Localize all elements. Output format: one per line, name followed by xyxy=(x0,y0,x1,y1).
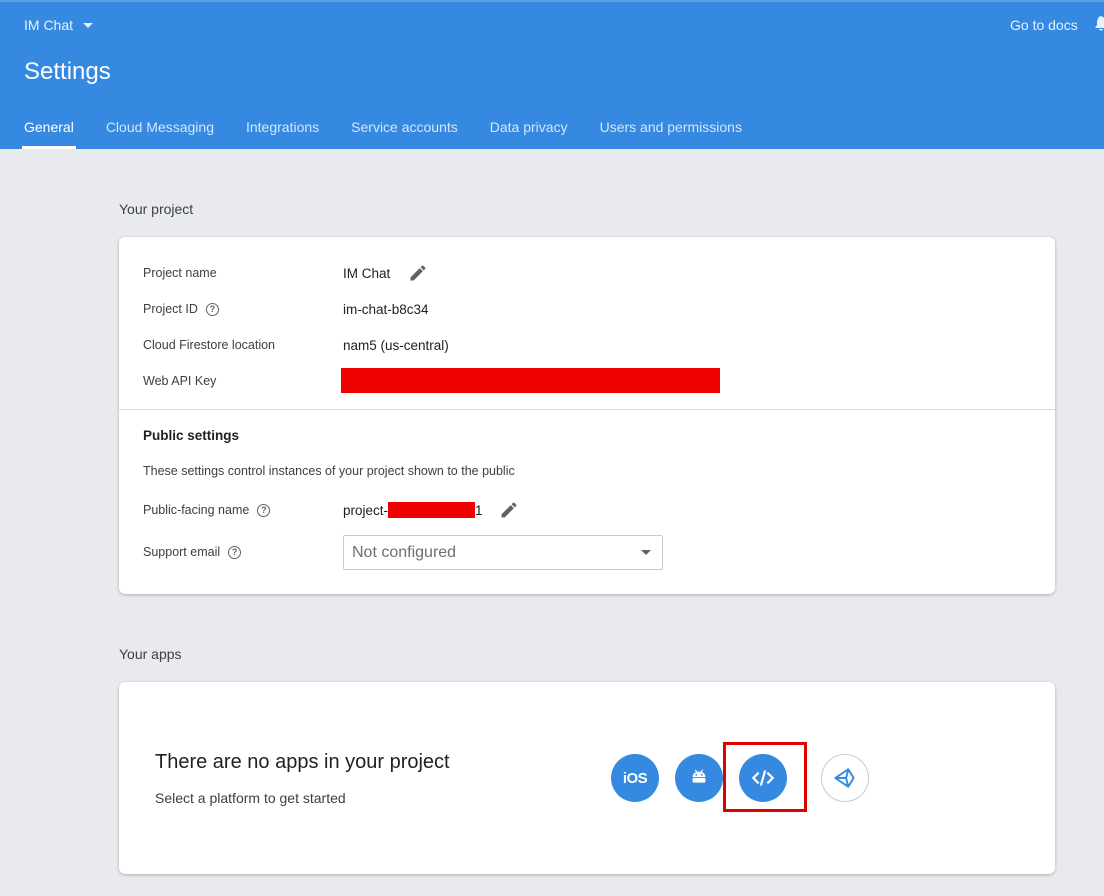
public-facing-name-label-group: Public-facing name ? xyxy=(143,503,343,517)
project-name-value-group: IM Chat xyxy=(343,263,428,283)
tab-service-accounts[interactable]: Service accounts xyxy=(335,110,474,149)
public-facing-name-row: Public-facing name ? project- 1 xyxy=(143,498,519,522)
public-facing-name-label: Public-facing name xyxy=(143,503,250,517)
firestore-location-label: Cloud Firestore location xyxy=(143,338,276,352)
help-icon[interactable]: ? xyxy=(257,503,271,517)
project-switcher-label: IM Chat xyxy=(24,17,74,33)
edit-project-name-icon[interactable] xyxy=(408,263,428,283)
no-apps-subtitle: Select a platform to get started xyxy=(155,790,346,806)
firestore-location-value: nam5 (us-central) xyxy=(343,337,449,353)
project-id-row: Project ID ? im-chat-b8c34 xyxy=(143,297,429,321)
firestore-location-row: Cloud Firestore location nam5 (us-centra… xyxy=(143,333,449,357)
web-api-key-row: Web API Key xyxy=(143,369,343,393)
project-switcher[interactable]: IM Chat xyxy=(24,17,94,33)
public-name-suffix: 1 xyxy=(475,502,483,518)
page-title: Settings xyxy=(24,58,111,85)
project-name-value: IM Chat xyxy=(343,265,391,281)
section-divider xyxy=(119,409,1055,410)
notification-bell-icon[interactable] xyxy=(1094,16,1104,32)
tab-cloud-messaging[interactable]: Cloud Messaging xyxy=(90,110,230,149)
edit-public-name-icon[interactable] xyxy=(499,500,519,520)
settings-tabs: General Cloud Messaging Integrations Ser… xyxy=(0,110,758,149)
app-header: IM Chat Go to docs Settings General Clou… xyxy=(0,0,1104,149)
ios-icon: iOS xyxy=(622,769,648,787)
support-email-label: Support email xyxy=(143,545,221,559)
tab-users-and-permissions[interactable]: Users and permissions xyxy=(584,110,758,149)
project-id-value: im-chat-b8c34 xyxy=(343,301,429,317)
public-facing-name-value: project- 1 xyxy=(343,500,519,520)
project-id-label-group: Project ID ? xyxy=(143,302,343,316)
project-name-row: Project name IM Chat xyxy=(143,261,428,285)
add-android-app-button[interactable] xyxy=(675,754,723,802)
public-settings-description: These settings control instances of your… xyxy=(143,464,515,478)
tab-integrations[interactable]: Integrations xyxy=(230,110,335,149)
support-email-selected: Not configured xyxy=(352,543,457,561)
tab-general[interactable]: General xyxy=(0,110,90,149)
support-email-label-group: Support email ? xyxy=(143,545,343,559)
no-apps-title: There are no apps in your project xyxy=(155,751,450,773)
project-card: Project name IM Chat Project ID ? im-cha… xyxy=(119,237,1055,594)
redacted-api-key xyxy=(341,368,720,393)
public-settings-heading: Public settings xyxy=(143,428,240,443)
web-api-key-label: Web API Key xyxy=(143,374,217,388)
android-icon xyxy=(692,769,706,783)
help-icon[interactable]: ? xyxy=(205,302,219,316)
highlight-box xyxy=(723,742,807,812)
apps-card: There are no apps in your project Select… xyxy=(119,682,1055,874)
dropdown-arrow-icon xyxy=(641,550,651,555)
your-apps-heading: Your apps xyxy=(119,646,182,662)
header-top-line xyxy=(0,0,1104,2)
project-id-label: Project ID xyxy=(143,302,198,316)
chevron-down-icon xyxy=(83,22,94,28)
tab-data-privacy[interactable]: Data privacy xyxy=(474,110,584,149)
redacted-public-name xyxy=(388,502,476,518)
help-icon[interactable]: ? xyxy=(228,545,242,559)
add-ios-app-button[interactable]: iOS xyxy=(611,754,659,802)
project-name-label: Project name xyxy=(143,266,217,280)
public-name-prefix: project- xyxy=(343,502,389,518)
support-email-select[interactable]: Not configured xyxy=(343,535,663,570)
your-project-heading: Your project xyxy=(119,201,194,217)
unity-icon xyxy=(834,768,855,788)
support-email-row: Support email ? xyxy=(143,540,343,564)
go-to-docs-link[interactable]: Go to docs xyxy=(1010,17,1078,33)
add-unity-app-button[interactable] xyxy=(821,754,869,802)
